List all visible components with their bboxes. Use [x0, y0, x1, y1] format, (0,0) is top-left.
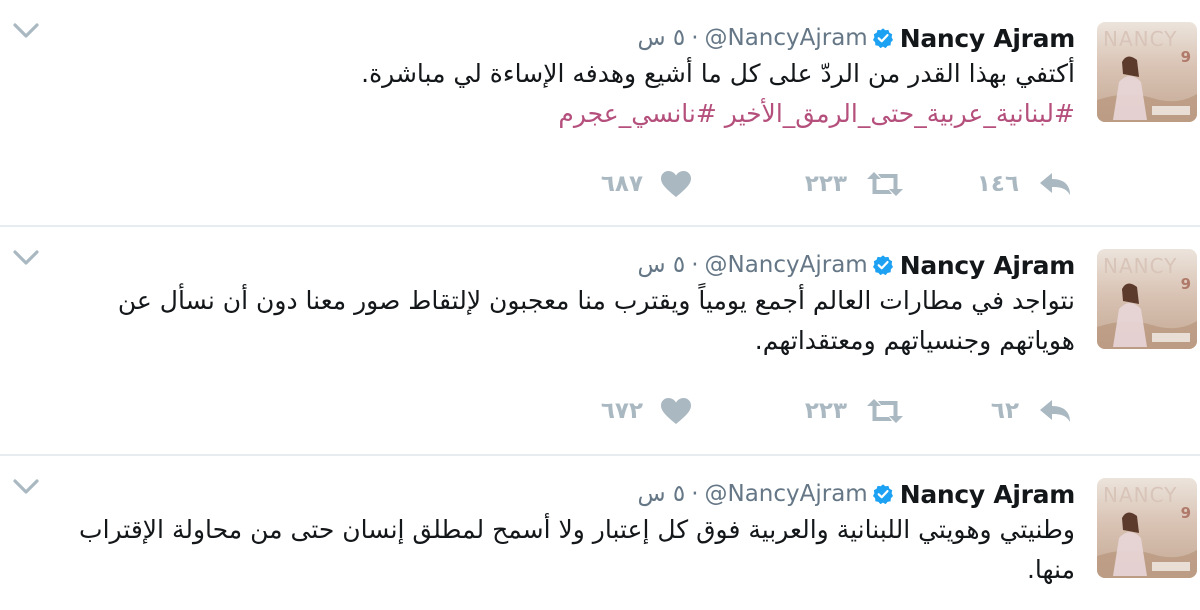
tweet-text-content: نتواجد في مطارات العالم أجمع يومياً ويقت… [117, 286, 1075, 355]
tweet-actions: ١٤٦ ٢٢٣ ٦٨٧ [475, 164, 1075, 204]
tweet[interactable]: NANCY 9 Nancy Ajram @NancyAjram · ٥ س نت… [0, 227, 1200, 456]
heart-icon [659, 396, 693, 426]
retweet-count: ٢٢٣ [804, 171, 847, 197]
chevron-down-icon[interactable] [12, 20, 40, 42]
avatar-logo-number: 9 [1180, 275, 1191, 293]
verified-badge-icon [872, 254, 894, 276]
tweet-timestamp[interactable]: ٥ س [637, 25, 685, 51]
retweet-button[interactable]: ٢٢٣ [805, 164, 907, 204]
reply-icon [1035, 396, 1075, 426]
avatar[interactable]: NANCY 9 [1097, 22, 1197, 122]
retweet-icon [863, 396, 907, 426]
retweet-count: ٢٢٣ [804, 398, 847, 424]
chevron-down-icon[interactable] [12, 476, 40, 498]
author-handle[interactable]: @NancyAjram [705, 481, 868, 507]
chevron-down-icon[interactable] [12, 247, 40, 269]
heart-icon [659, 169, 693, 199]
like-button[interactable]: ٦٨٧ [601, 164, 693, 204]
reply-count: ٦٢ [990, 398, 1019, 424]
avatar-logo-text: NANCY [1103, 27, 1178, 51]
separator-dot: · [691, 25, 699, 51]
tweet-text: وطنيتي وهويتي اللبنانية والعربية فوق كل … [45, 510, 1075, 590]
avatar-logo-number: 9 [1180, 504, 1191, 522]
reply-button[interactable]: ١٤٦ [977, 164, 1075, 204]
hashtag-links[interactable]: #لبنانية_عربية_حتى_الرمق_الأخير #نانسي_ع… [45, 94, 1075, 134]
like-count: ٦٧٢ [600, 398, 643, 424]
reply-count: ١٤٦ [976, 171, 1019, 197]
retweet-button[interactable]: ٢٢٣ [805, 391, 907, 431]
author-handle[interactable]: @NancyAjram [705, 25, 868, 51]
like-count: ٦٨٧ [600, 171, 643, 197]
tweet-text: أكتفي بهذا القدر من الردّ على كل ما أشيع… [45, 54, 1075, 134]
tweet-timestamp[interactable]: ٥ س [637, 481, 685, 507]
verified-badge-icon [872, 483, 894, 505]
tweet[interactable]: NANCY 9 Nancy Ajram @NancyAjram · ٥ س أك… [0, 0, 1200, 227]
author-handle[interactable]: @NancyAjram [705, 252, 868, 278]
author-name[interactable]: Nancy Ajram [900, 480, 1076, 509]
tweet-header: Nancy Ajram @NancyAjram · ٥ س [637, 474, 1075, 514]
separator-dot: · [691, 252, 699, 278]
reply-icon [1035, 169, 1075, 199]
avatar[interactable]: NANCY 9 [1097, 478, 1197, 578]
author-name[interactable]: Nancy Ajram [900, 251, 1076, 280]
tweet-timestamp[interactable]: ٥ س [637, 252, 685, 278]
separator-dot: · [691, 481, 699, 507]
author-name[interactable]: Nancy Ajram [900, 24, 1076, 53]
reply-button[interactable]: ٦٢ [991, 391, 1075, 431]
avatar-logo-text: NANCY [1103, 483, 1178, 507]
retweet-icon [863, 169, 907, 199]
avatar[interactable]: NANCY 9 [1097, 249, 1197, 349]
avatar-logo-text: NANCY [1103, 254, 1178, 278]
tweet[interactable]: NANCY 9 Nancy Ajram @NancyAjram · ٥ س وط… [0, 456, 1200, 610]
tweet-header: Nancy Ajram @NancyAjram · ٥ س [637, 245, 1075, 285]
tweet-text-content: وطنيتي وهويتي اللبنانية والعربية فوق كل … [79, 515, 1075, 584]
tweet-text-content: أكتفي بهذا القدر من الردّ على كل ما أشيع… [361, 59, 1075, 88]
tweet-text: نتواجد في مطارات العالم أجمع يومياً ويقت… [45, 281, 1075, 361]
like-button[interactable]: ٦٧٢ [601, 391, 693, 431]
tweet-actions: ٦٢ ٢٢٣ ٦٧٢ [475, 391, 1075, 431]
avatar-logo-number: 9 [1180, 48, 1191, 66]
verified-badge-icon [872, 27, 894, 49]
tweet-header: Nancy Ajram @NancyAjram · ٥ س [637, 18, 1075, 58]
